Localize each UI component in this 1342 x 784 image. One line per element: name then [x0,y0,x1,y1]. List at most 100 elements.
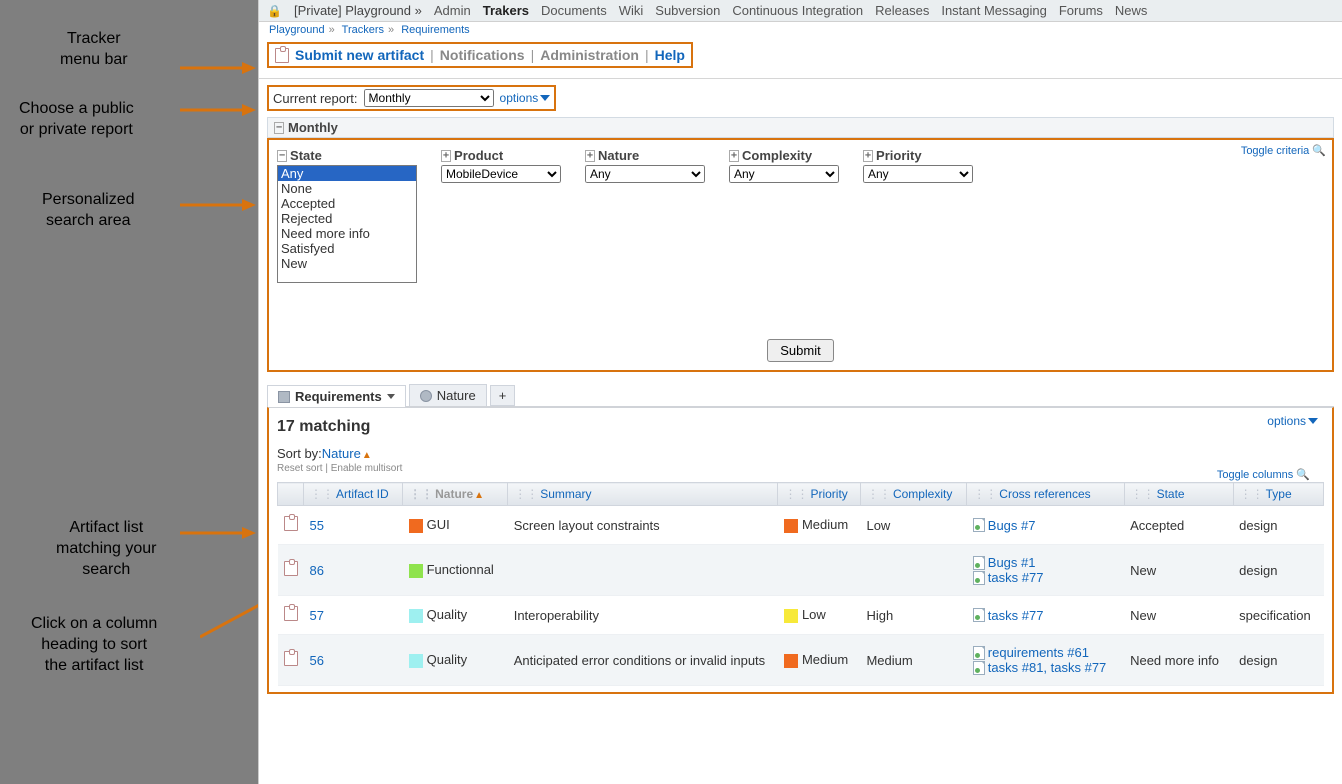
xref-link[interactable]: Bugs #7 [988,518,1036,533]
annot-menubar: Tracker menu bar [60,29,128,71]
complexity-select[interactable]: Any [729,165,839,183]
multisort-link[interactable]: Enable multisort [331,463,403,474]
artifact-icon[interactable] [284,606,298,621]
arrow-icon [180,100,260,120]
breadcrumb: Playground» Trackers» Requirements [259,22,1342,38]
artifact-link[interactable]: 55 [310,518,324,533]
priority-select[interactable]: Any [863,165,973,183]
xref-link[interactable]: requirements #61 [988,645,1089,660]
state-listbox[interactable]: AnyNoneAcceptedRejectedNeed more infoSat… [277,165,417,283]
top-nav: 🔒 [Private] Playground » Admin Trakers Doc… [259,0,1342,22]
doc-icon [973,661,985,675]
table-row: 56QualityAnticipated error conditions or… [278,635,1324,686]
priority-swatch [784,654,798,668]
nav-subversion[interactable]: Subversion [655,3,720,18]
doc-icon [973,518,985,532]
state-option[interactable]: Rejected [278,211,416,226]
nav-continuous integration[interactable]: Continuous Integration [732,3,863,18]
table-row: 55GUIScreen layout constraintsMediumLowB… [278,506,1324,545]
annot-list: Artifact list matching your search [56,518,157,580]
nature-swatch [409,564,423,578]
crit-nature-label[interactable]: +Nature [585,148,705,163]
submit-button[interactable]: Submit [767,339,833,362]
sort-field-link[interactable]: Nature▲ [322,446,372,461]
col-nature[interactable]: ⋮⋮Nature▲ [403,483,508,506]
arrow-icon [180,523,260,543]
col-summary[interactable]: ⋮⋮Summary [508,483,778,506]
crumb-project[interactable]: Playground [269,24,325,36]
nav-instant messaging[interactable]: Instant Messaging [941,3,1047,18]
submit-artifact-link[interactable]: Submit new artifact [295,47,424,63]
help-link[interactable]: Help [655,47,685,63]
results-panel: options 17 matching Sort by:Nature▲ Rese… [267,407,1334,694]
panel-header[interactable]: −Monthly [267,117,1334,138]
notifications-link[interactable]: Notifications [440,47,525,63]
table-row: 86FunctionnalBugs #1tasks #77Newdesign [278,545,1324,596]
crit-complexity-label[interactable]: +Complexity [729,148,839,163]
xref-link[interactable]: tasks #81, tasks #77 [988,660,1107,675]
nav-releases[interactable]: Releases [875,3,929,18]
artifact-icon[interactable] [284,561,298,576]
nature-swatch [409,654,423,668]
reset-sort-link[interactable]: Reset sort [277,463,323,474]
artifact-link[interactable]: 56 [310,653,324,668]
state-option[interactable]: None [278,181,416,196]
crit-state-label[interactable]: −State [277,148,417,163]
table-row: 57QualityInteroperabilityLowHightasks #7… [278,596,1324,635]
sort-info: Sort by:Nature▲ [277,446,1324,461]
nav-admin[interactable]: Admin [434,3,471,18]
add-tab-button[interactable]: + [490,385,516,406]
col-cross-references[interactable]: ⋮⋮Cross references [967,483,1124,506]
artifact-link[interactable]: 57 [310,608,324,623]
crumb-trackers[interactable]: Trackers [342,24,384,36]
nav-wiki[interactable]: Wiki [619,3,644,18]
doc-icon [973,556,985,570]
xref-link[interactable]: tasks #77 [988,608,1044,623]
nav-documents[interactable]: Documents [541,3,607,18]
artifact-icon[interactable] [284,651,298,666]
annot-sort: Click on a column heading to sort the ar… [31,614,157,676]
crit-priority-label[interactable]: +Priority [863,148,973,163]
toggle-columns-link[interactable]: Toggle columns🔍 [1217,468,1310,481]
project-label[interactable]: [Private] Playground » [294,3,422,18]
toggle-criteria-link[interactable]: Toggle criteria🔍 [1241,144,1326,157]
tab-requirements[interactable]: Requirements [267,385,406,407]
tab-nature[interactable]: Nature [409,384,487,406]
col-type[interactable]: ⋮⋮Type [1233,483,1323,506]
col-complexity[interactable]: ⋮⋮Complexity [860,483,966,506]
lock-icon: 🔒 [267,4,282,18]
doc-icon [973,571,985,585]
priority-swatch [784,609,798,623]
col-state[interactable]: ⋮⋮State [1124,483,1233,506]
nature-swatch [409,609,423,623]
state-option[interactable]: Accepted [278,196,416,211]
nav-forums[interactable]: Forums [1059,3,1103,18]
doc-icon [973,646,985,660]
col-priority[interactable]: ⋮⋮Priority [778,483,861,506]
result-tabs: Requirements Nature + [267,384,1334,407]
crit-product-label[interactable]: +Product [441,148,561,163]
report-options-link[interactable]: options [500,91,551,105]
product-select[interactable]: MobileDevice [441,165,561,183]
nav-news[interactable]: News [1115,3,1148,18]
state-option[interactable]: Any [278,166,416,181]
crumb-requirements[interactable]: Requirements [401,24,469,36]
report-label: Current report: [273,91,358,106]
state-option[interactable]: Need more info [278,226,416,241]
doc-icon [973,608,985,622]
results-options-link[interactable]: options [1267,414,1318,428]
state-option[interactable]: Satisfyed [278,241,416,256]
xref-link[interactable]: tasks #77 [988,570,1044,585]
col-artifact-id[interactable]: ⋮⋮Artifact ID [304,483,403,506]
report-select[interactable]: Monthly [364,89,494,107]
state-option[interactable]: New [278,256,416,271]
xref-link[interactable]: Bugs #1 [988,555,1036,570]
artifact-icon[interactable] [284,516,298,531]
artifact-link[interactable]: 86 [310,563,324,578]
nature-select[interactable]: Any [585,165,705,183]
annot-search: Personalized search area [42,190,135,232]
annot-report: Choose a public or private report [19,99,134,141]
administration-link[interactable]: Administration [540,47,639,63]
arrow-icon [180,58,260,78]
nav-trakers[interactable]: Trakers [483,3,529,18]
